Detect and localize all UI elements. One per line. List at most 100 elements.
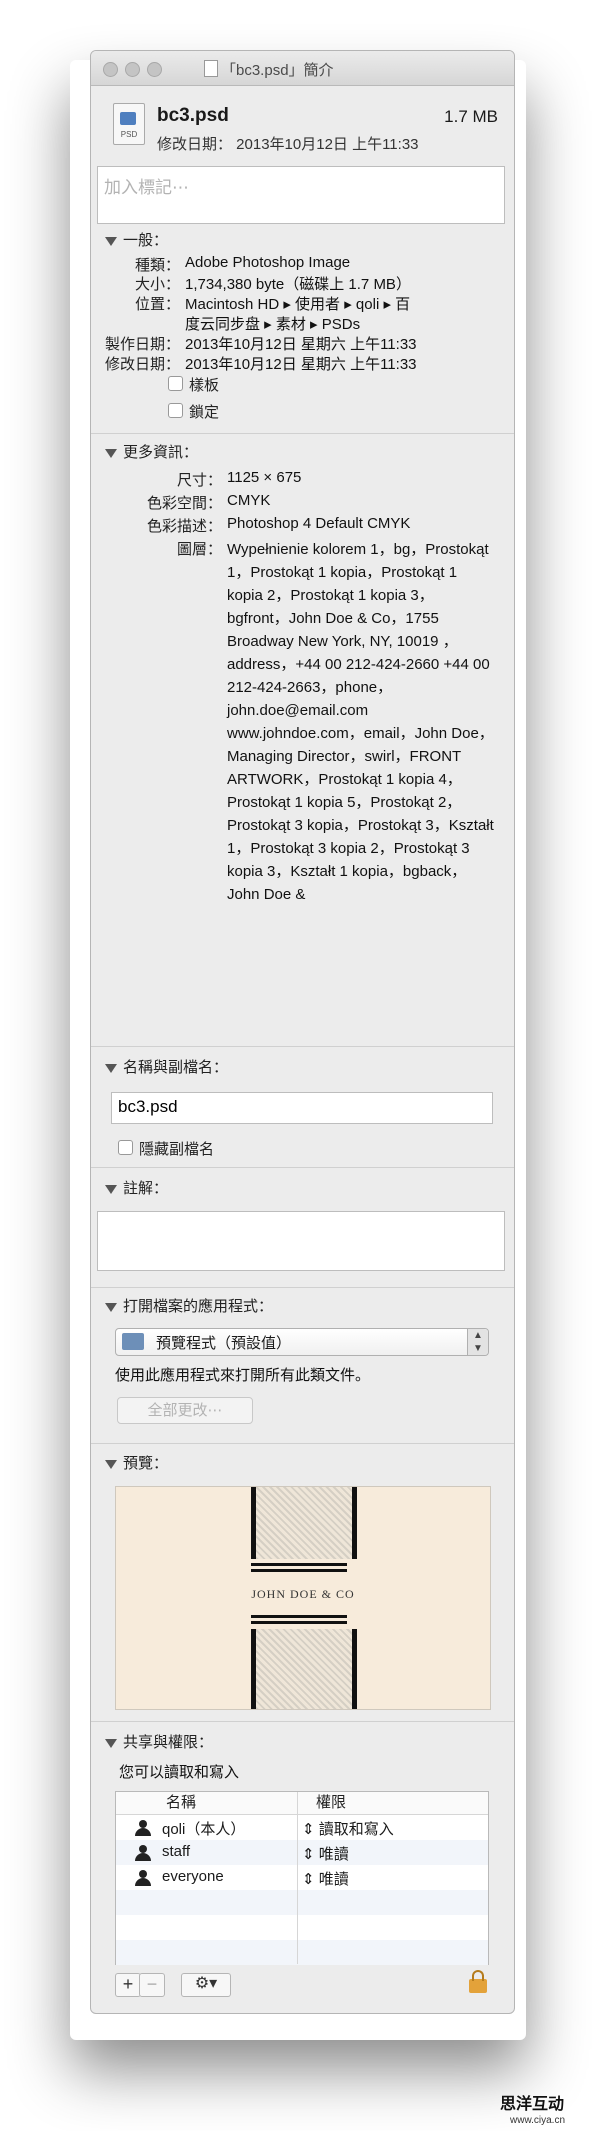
filename-field[interactable] <box>111 1092 494 1124</box>
privilege-select[interactable]: ⇕ 讀取和寫入 <box>302 1818 394 1839</box>
section-name-ext-header[interactable]: 名稱與副檔名： <box>105 1056 228 1077</box>
disclosure-triangle-icon[interactable] <box>105 1302 117 1312</box>
stationery-label: 樣板 <box>189 377 220 394</box>
table-row[interactable]: everyone ⇕ 唯讀 <box>116 1865 488 1890</box>
locked-checkbox[interactable] <box>168 403 183 418</box>
user-icon <box>134 1820 152 1836</box>
file-icon-label: PSD <box>120 130 138 139</box>
preview-rule <box>251 1615 347 1618</box>
size-value: 1,734,380 byte（磁碟上 1.7 MB） <box>185 276 411 293</box>
permissions-table: 名稱 權限 qoli（本人） ⇕ 讀取和寫入 staff ⇕ 唯讀 everyo… <box>115 1791 489 1965</box>
everyone-icon <box>134 1870 152 1886</box>
add-user-button[interactable]: + <box>115 1973 141 1997</box>
info-window: 「bc3.psd」簡介 PSD bc3.psd 1.7 MB 修改日期： 201… <box>90 50 515 2014</box>
user-name: qoli（本人） <box>162 1821 246 1838</box>
table-row[interactable]: qoli（本人） ⇕ 讀取和寫入 <box>116 1815 488 1840</box>
hide-extension-checkbox[interactable] <box>118 1140 133 1155</box>
app-select[interactable]: 預覽程式（預設值） ▲ ▼ <box>115 1328 489 1356</box>
preview-caption: JOHN DOE & CO <box>251 1587 355 1601</box>
disclosure-triangle-icon[interactable] <box>105 236 117 246</box>
preview-rule <box>251 1569 347 1572</box>
column-header-name[interactable]: 名稱 <box>166 1792 196 1814</box>
comments-field[interactable] <box>97 1211 505 1271</box>
watermark-url: www.ciya.cn <box>510 2115 566 2126</box>
divider <box>91 433 514 434</box>
dimensions-value: 1125 × 675 <box>227 469 302 486</box>
action-menu-button[interactable]: ⚙▾ <box>181 1973 231 1997</box>
tags-field[interactable]: 加入標記⋯ <box>97 166 505 224</box>
section-preview-header[interactable]: 預覽： <box>105 1452 168 1473</box>
where-label: 位置： <box>134 296 180 313</box>
color-profile-value: Photoshop 4 Default CMYK <box>227 515 411 532</box>
disclosure-triangle-icon[interactable] <box>105 1459 117 1469</box>
privilege-select[interactable]: ⇕ 唯讀 <box>302 1843 349 1864</box>
disclosure-triangle-icon[interactable] <box>105 448 117 458</box>
group-icon <box>134 1845 152 1861</box>
preview-image: JOHN DOE & CO <box>115 1486 491 1710</box>
lock-icon[interactable] <box>469 1970 487 1993</box>
title-bar[interactable]: 「bc3.psd」簡介 <box>91 51 514 86</box>
remove-user-button[interactable]: − <box>139 1973 165 1997</box>
file-modified: 修改日期： 2013年10月12日 上午11:33 <box>157 136 419 153</box>
divider <box>91 1167 514 1168</box>
minimize-button[interactable] <box>125 62 140 77</box>
section-sharing-header[interactable]: 共享與權限： <box>105 1731 213 1752</box>
section-open-with-header[interactable]: 打開檔案的應用程式： <box>105 1295 273 1316</box>
stationery-checkbox[interactable] <box>168 376 183 391</box>
created-value: 2013年10月12日 星期六 上午11:33 <box>185 336 417 353</box>
color-profile-label: 色彩描述： <box>146 518 222 535</box>
where-value-cont: 度云同步盘 ▸ 素材 ▸ PSDs <box>185 316 361 333</box>
open-with-description: 使用此應用程式來打開所有此類文件。 <box>115 1367 371 1384</box>
preview-rule <box>251 1621 347 1624</box>
layers-value: Wypełnienie kolorem 1，bg，Prostokąt 1，Pro… <box>227 541 494 903</box>
column-header-privilege[interactable]: 權限 <box>316 1792 346 1814</box>
everyone-name: everyone <box>162 1868 224 1885</box>
table-row-empty <box>116 1890 488 1915</box>
table-row[interactable]: staff ⇕ 唯讀 <box>116 1840 488 1865</box>
column-divider <box>297 1792 298 1964</box>
select-arrows-icon: ▲ ▼ <box>467 1329 488 1355</box>
filename-input[interactable] <box>112 1093 494 1121</box>
section-more-info-header[interactable]: 更多資訊： <box>105 441 198 462</box>
disclosure-triangle-icon[interactable] <box>105 1063 117 1073</box>
file-size: 1.7 MB <box>444 107 498 126</box>
document-icon <box>204 60 218 77</box>
preview-pattern-top <box>251 1487 357 1559</box>
color-space-label: 色彩空間： <box>146 495 222 512</box>
kind-label: 種類： <box>134 257 180 274</box>
preview-pattern-bottom <box>251 1629 357 1709</box>
divider <box>91 1721 514 1722</box>
file-name: bc3.psd <box>157 105 229 126</box>
created-label: 製作日期： <box>104 336 180 353</box>
disclosure-triangle-icon[interactable] <box>105 1184 117 1194</box>
group-name: staff <box>162 1843 191 1860</box>
watermark-text: 思洋互动 <box>500 2094 565 2113</box>
change-all-button[interactable]: 全部更改⋯ <box>117 1397 253 1424</box>
close-button[interactable] <box>103 62 118 77</box>
app-select-value: 預覽程式（預設值） <box>156 1335 292 1352</box>
divider <box>91 1287 514 1288</box>
divider <box>91 1046 514 1047</box>
color-space-value: CMYK <box>227 492 271 509</box>
zoom-button[interactable] <box>147 62 162 77</box>
tags-placeholder: 加入標記⋯ <box>104 178 189 197</box>
modified-label: 修改日期： <box>104 356 180 373</box>
privilege-select[interactable]: ⇕ 唯讀 <box>302 1868 349 1889</box>
size-label: 大小： <box>134 276 180 293</box>
where-value: Macintosh HD ▸ 使用者 ▸ qoli ▸ 百 <box>185 296 411 313</box>
preview-rule <box>251 1563 347 1566</box>
section-general-header[interactable]: 一般： <box>105 229 168 250</box>
preview-app-icon <box>122 1333 144 1350</box>
window-title: 「bc3.psd」簡介 <box>221 62 334 79</box>
modified-value: 2013年10月12日 星期六 上午11:33 <box>185 356 417 373</box>
locked-label: 鎖定 <box>189 404 220 421</box>
hide-extension-label: 隱藏副檔名 <box>139 1141 215 1158</box>
dimensions-label: 尺寸： <box>176 472 222 489</box>
table-row-empty <box>116 1940 488 1965</box>
sharing-status: 您可以讀取和寫入 <box>119 1764 240 1781</box>
divider <box>91 1443 514 1444</box>
section-comments-header[interactable]: 註解： <box>105 1177 168 1198</box>
layers-label: 圖層： <box>176 541 222 558</box>
kind-value: Adobe Photoshop Image <box>185 254 351 271</box>
disclosure-triangle-icon[interactable] <box>105 1738 117 1748</box>
